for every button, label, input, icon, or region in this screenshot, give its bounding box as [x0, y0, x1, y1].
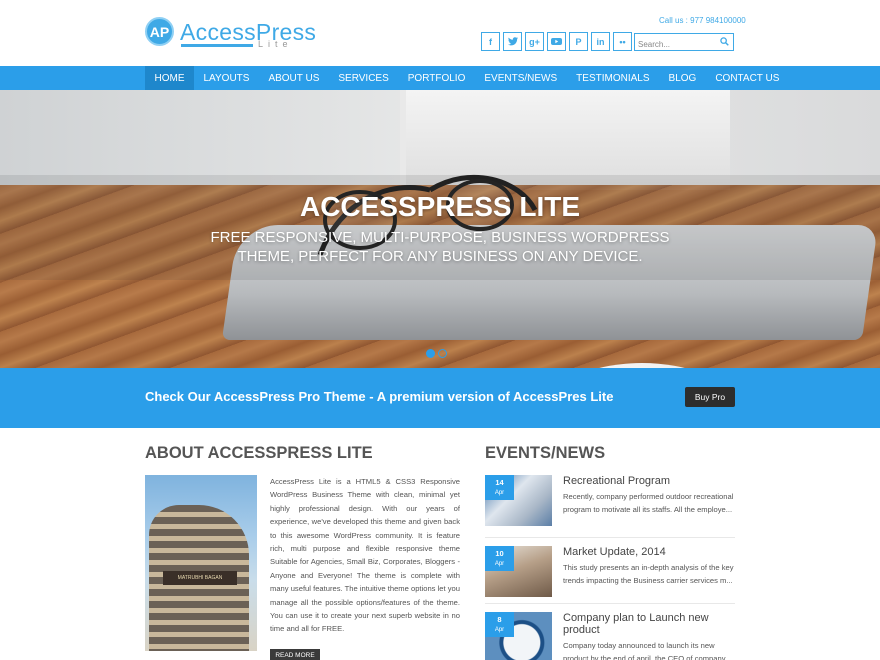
- search-icon[interactable]: [720, 37, 729, 46]
- about-image: MATRUBHI BAGAN: [145, 475, 257, 651]
- event-item[interactable]: 14 Apr Recreational Program Recently, co…: [485, 475, 735, 531]
- about-text: AccessPress Lite is a HTML5 & CSS3 Respo…: [270, 477, 460, 634]
- event-thumbnail[interactable]: 8 Apr: [485, 612, 552, 660]
- event-date-badge: 14 Apr: [485, 475, 514, 500]
- event-month: Apr: [494, 627, 505, 633]
- event-thumbnail[interactable]: 10 Apr: [485, 546, 552, 597]
- divider: [485, 537, 735, 538]
- event-item[interactable]: 10 Apr Market Update, 2014 This study pr…: [485, 546, 735, 602]
- event-item[interactable]: 8 Apr Company plan to Launch new product…: [485, 612, 735, 660]
- promo-banner: Check Our AccessPress Pro Theme - A prem…: [0, 368, 880, 428]
- event-description: Recently, company performed outdoor recr…: [563, 492, 734, 515]
- event-day: 8: [497, 615, 502, 624]
- slider-pagination: [426, 349, 447, 358]
- slider-dot-2[interactable]: [438, 349, 447, 358]
- site-logo[interactable]: AP AccessPress Lite: [145, 17, 317, 49]
- nav-item-layouts[interactable]: LAYOUTS: [194, 66, 259, 90]
- youtube-icon[interactable]: [547, 32, 566, 51]
- event-day: 10: [495, 549, 504, 558]
- event-date-badge: 10 Apr: [485, 546, 514, 571]
- nav-item-portfolio[interactable]: PORTFOLIO: [398, 66, 475, 90]
- building-sign: MATRUBHI BAGAN: [163, 571, 237, 585]
- event-month: Apr: [494, 490, 505, 496]
- event-description: This study presents an in-depth analysis…: [563, 563, 734, 586]
- nav-item-events-news[interactable]: EVENTS/NEWS: [475, 66, 567, 90]
- nav-item-services[interactable]: SERVICES: [329, 66, 398, 90]
- nav-item-about-us[interactable]: ABOUT US: [259, 66, 329, 90]
- events-heading: EVENTS/NEWS: [485, 444, 606, 462]
- social-icons: f g+ P in ••: [481, 32, 632, 51]
- event-thumbnail[interactable]: 14 Apr: [485, 475, 552, 526]
- event-description: Company today announced to launch its ne…: [563, 641, 726, 660]
- search-input[interactable]: [635, 36, 717, 53]
- logo-underline: [181, 43, 253, 47]
- event-title[interactable]: Company plan to Launch new product: [563, 612, 735, 636]
- logo-title: AccessPress: [180, 18, 317, 45]
- pinterest-icon[interactable]: P: [569, 32, 588, 51]
- site-header: AP AccessPress Lite Call us : 977 984100…: [0, 0, 880, 66]
- logo-badge: AP: [145, 17, 174, 46]
- facebook-icon[interactable]: f: [481, 32, 500, 51]
- main-nav: HOME LAYOUTS ABOUT US SERVICES PORTFOLIO…: [0, 66, 880, 90]
- nav-item-testimonials[interactable]: TESTIMONIALS: [567, 66, 659, 90]
- linkedin-icon[interactable]: in: [591, 32, 610, 51]
- buy-pro-button[interactable]: Buy Pro: [685, 387, 735, 407]
- about-heading: ABOUT ACCESSPRESS LITE: [145, 444, 373, 462]
- nav-item-contact-us[interactable]: CONTACT US: [706, 66, 789, 90]
- search-box: [634, 33, 734, 53]
- hero-slider: ACCESSPRESS LITE FREE RESPONSIVE, MULTI-…: [0, 90, 880, 368]
- divider: [485, 603, 735, 604]
- hero-title: ACCESSPRESS LITE: [299, 191, 581, 222]
- promo-text: Check Our AccessPress Pro Theme - A prem…: [145, 389, 614, 404]
- logo-text: AccessPress Lite: [180, 18, 317, 49]
- read-more-button[interactable]: READ MORE: [270, 649, 320, 660]
- event-day: 14: [495, 478, 504, 487]
- logo-subtitle: Lite: [258, 38, 293, 49]
- call-us-text: Call us : 977 984100000: [659, 16, 746, 25]
- event-title[interactable]: Market Update, 2014: [563, 546, 738, 558]
- nav-item-blog[interactable]: BLOG: [659, 66, 706, 90]
- google-plus-icon[interactable]: g+: [525, 32, 544, 51]
- hero-subtitle: FREE RESPONSIVE, MULTI-PURPOSE, BUSINESS…: [210, 229, 670, 265]
- flickr-icon[interactable]: ••: [613, 32, 632, 51]
- event-month: Apr: [494, 561, 505, 567]
- nav-item-home[interactable]: HOME: [145, 66, 194, 90]
- slider-dot-1[interactable]: [426, 349, 435, 358]
- twitter-icon[interactable]: [503, 32, 522, 51]
- event-date-badge: 8 Apr: [485, 612, 514, 637]
- event-title[interactable]: Recreational Program: [563, 475, 738, 487]
